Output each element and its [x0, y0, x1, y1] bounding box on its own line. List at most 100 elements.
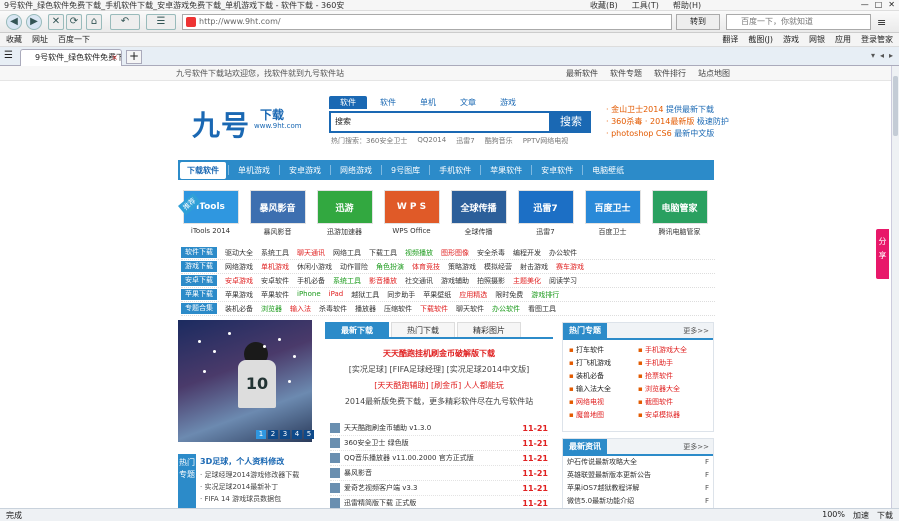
hot-topic-link[interactable]: 打车软件 [569, 344, 638, 356]
category-link[interactable]: 办公软件 [549, 248, 577, 258]
category-link[interactable]: 角色扮演 [376, 262, 404, 272]
hot-topic-link[interactable]: 打飞机游戏 [569, 357, 638, 369]
hot-word[interactable]: 酷狗音乐 [485, 136, 513, 146]
menu-tools[interactable]: 工具(T) [632, 0, 659, 11]
nav-item[interactable]: 电脑壁纸 [585, 162, 631, 179]
minimize-button[interactable]: — [861, 0, 869, 9]
hot-topic-link[interactable]: 截图软件 [638, 396, 707, 408]
news-link[interactable]: · photoshop CS6 [606, 129, 672, 138]
category-link[interactable]: 浏览器 [261, 304, 282, 314]
category-link[interactable]: 苹果壁纸 [423, 290, 451, 300]
category-link[interactable]: iPhone [297, 290, 321, 300]
tab-list-icon[interactable]: ▾ [871, 51, 875, 60]
latest-news-title[interactable]: 炉石传说最新攻略大全 [567, 456, 701, 469]
category-link[interactable]: 限时免费 [495, 290, 523, 300]
address-bar[interactable]: http://www.9ht.com/ [182, 14, 672, 30]
fav-tool[interactable]: 应用 [835, 34, 851, 45]
feature-line[interactable]: · FIFA 14 游戏球员数据包 [200, 494, 281, 504]
close-window-button[interactable]: ✕ [888, 0, 895, 9]
category-link[interactable]: 驱动大全 [225, 248, 253, 258]
nav-item[interactable]: 安卓软件 [534, 162, 580, 179]
forward-icon[interactable]: ▶ [26, 14, 42, 30]
category-link[interactable]: 压缩软件 [384, 304, 412, 314]
app-tile[interactable]: 迅游 迅游加速器 [312, 190, 377, 242]
app-tile[interactable]: 电脑管家 腾讯电脑管家 [647, 190, 712, 242]
category-link[interactable]: 游戏辅助 [441, 276, 469, 286]
nav-item[interactable]: 9号图库 [384, 162, 427, 179]
hot-topic-link[interactable]: 魔兽地图 [569, 409, 638, 421]
download-name[interactable]: 360安全卫士 绿色版 [344, 438, 522, 448]
hot-topic-link[interactable]: 浏览器大全 [638, 383, 707, 395]
home-icon[interactable]: ⌂ [86, 14, 102, 30]
promo-line[interactable]: 2014最新版免费下载，更多精彩软件尽在九号软件站 [325, 394, 553, 410]
stop-icon[interactable]: ✕ [48, 14, 64, 30]
tab-pictures[interactable]: 精彩图片 [457, 322, 521, 337]
category-link[interactable]: 聊天通讯 [297, 248, 325, 258]
app-tile[interactable]: W P S WPS Office [379, 190, 444, 242]
category-title[interactable]: 安卓下载 [181, 275, 217, 286]
promo-line[interactable]: [天天酷跑辅助] [刷金币] 人人都能玩 [325, 378, 553, 394]
sidebar-toggle-icon[interactable]: ☰ [4, 50, 13, 61]
category-link[interactable]: 聊天软件 [456, 304, 484, 314]
category-link[interactable]: 赛车游戏 [556, 262, 584, 272]
nav-item[interactable]: 下载软件 [180, 161, 226, 179]
search-tab[interactable]: 单机 [409, 96, 447, 109]
top-link[interactable]: 软件专题 [610, 68, 642, 79]
category-title[interactable]: 游戏下载 [181, 261, 217, 272]
reader-icon[interactable]: ☰ [146, 14, 176, 30]
more-link[interactable]: 更多>> [683, 442, 709, 452]
download-row[interactable]: 暴风影音 11-21 [330, 466, 548, 481]
top-link[interactable]: 站点地图 [698, 68, 730, 79]
category-link[interactable]: 系统工具 [333, 276, 361, 286]
status-item[interactable]: 100% [822, 510, 845, 521]
category-link[interactable]: 看图工具 [528, 304, 556, 314]
category-link[interactable]: 射击游戏 [520, 262, 548, 272]
download-name[interactable]: 天天酷跑刷金币辅助 v1.3.0 [344, 423, 522, 433]
fav-tool[interactable]: 登录管家 [861, 34, 893, 45]
go-button[interactable]: 转到 [676, 14, 720, 30]
latest-news-row[interactable]: 炉石传说最新攻略大全 F [563, 456, 713, 469]
latest-news-row[interactable]: 微信5.0最新功能介绍 F [563, 495, 713, 508]
category-link[interactable]: 越狱工具 [351, 290, 379, 300]
category-title[interactable]: 软件下载 [181, 247, 217, 258]
fav-tool[interactable]: 截图(J) [748, 34, 773, 45]
banner-dot[interactable]: 2 [268, 430, 278, 439]
banner-dot[interactable]: 3 [280, 430, 290, 439]
back-icon[interactable]: ◀ [6, 14, 22, 30]
fav-item[interactable]: 百度一下 [58, 34, 90, 45]
category-link[interactable]: 苹果游戏 [225, 290, 253, 300]
feature-title[interactable]: 3D足球，个人资料修改 [200, 456, 284, 467]
category-link[interactable]: 社交通讯 [405, 276, 433, 286]
category-link[interactable]: 应用精选 [459, 290, 487, 300]
tab-hot-download[interactable]: 热门下载 [391, 322, 455, 337]
category-link[interactable]: 模拟经营 [484, 262, 512, 272]
search-input[interactable]: 百度一下，你就知道 [726, 14, 871, 30]
nav-item[interactable]: 单机游戏 [231, 162, 277, 179]
hot-topic-link[interactable]: 手机游戏大全 [638, 344, 707, 356]
hot-topic-link[interactable]: 抢票软件 [638, 370, 707, 382]
app-tile[interactable]: 全球传播 全球传播 [446, 190, 511, 242]
category-link[interactable]: 图形图像 [441, 248, 469, 258]
news-link[interactable]: · 金山卫士2014 [606, 105, 663, 114]
category-link[interactable]: 拍照摄影 [477, 276, 505, 286]
search-tab[interactable]: 软件 [329, 96, 367, 109]
banner-dot[interactable]: 4 [292, 430, 302, 439]
download-name[interactable]: QQ音乐播放器 v11.00.2000 官方正式版 [344, 453, 522, 463]
category-link[interactable]: 游戏排行 [531, 290, 559, 300]
app-tile[interactable]: 迅雷7 迅雷7 [513, 190, 578, 242]
hot-topic-link[interactable]: 输入法大全 [569, 383, 638, 395]
menu-icon[interactable]: ≡ [877, 16, 886, 29]
category-link[interactable]: 下载工具 [369, 248, 397, 258]
tab-active[interactable]: 9号软件_绿色软件免费下载 × [20, 49, 122, 66]
status-item[interactable]: 下载 [877, 510, 893, 521]
download-name[interactable]: 迅雷精简版下载 正式版 [344, 498, 522, 508]
nav-item[interactable]: 手机软件 [432, 162, 478, 179]
category-link[interactable]: iPad [329, 290, 344, 300]
search-tab[interactable]: 文章 [449, 96, 487, 109]
latest-news-title[interactable]: 苹果iOS7越狱教程详解 [567, 482, 701, 495]
latest-news-row[interactable]: 苹果iOS7越狱教程详解 F [563, 482, 713, 495]
site-search-button[interactable]: 搜索 [551, 111, 591, 133]
category-link[interactable]: 手机必备 [297, 276, 325, 286]
category-link[interactable]: 苹果软件 [261, 290, 289, 300]
category-link[interactable]: 动作冒险 [340, 262, 368, 272]
